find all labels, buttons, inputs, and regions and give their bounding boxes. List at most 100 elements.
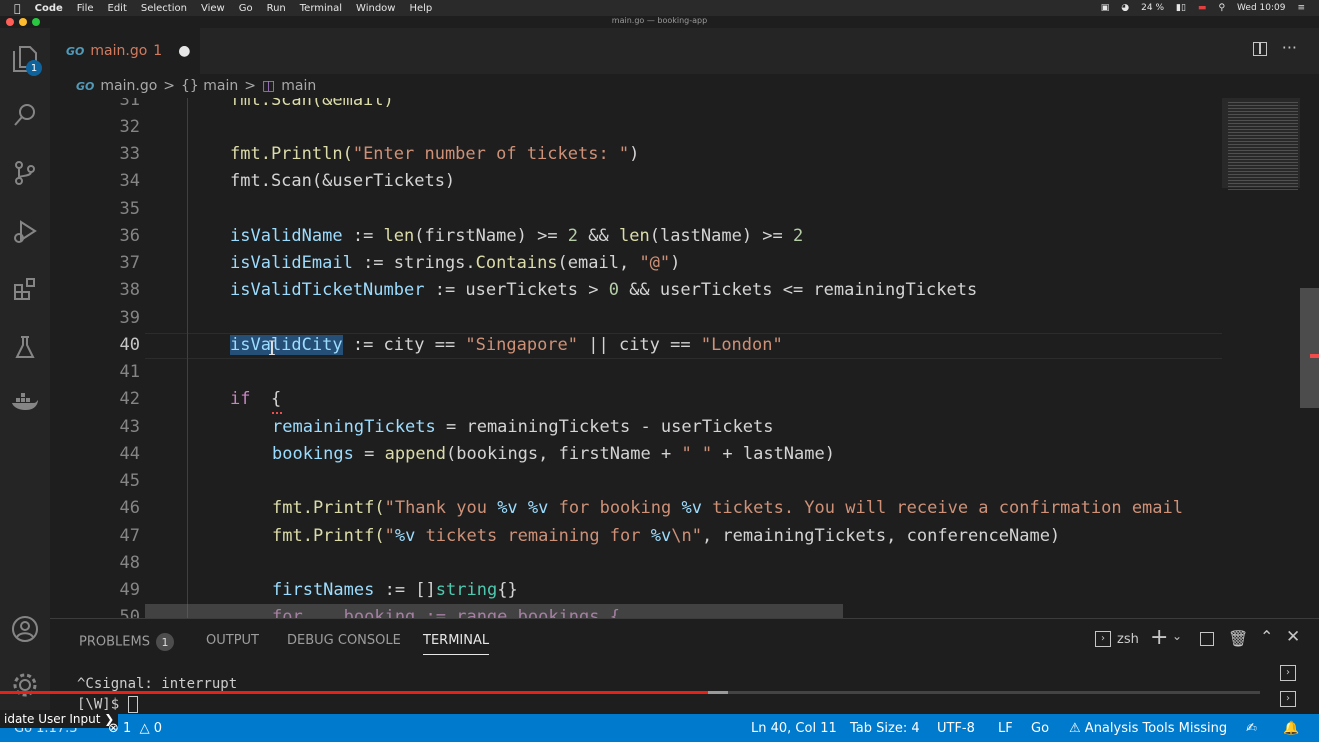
spotlight-icon[interactable]: ⚲ (1218, 3, 1225, 13)
tab-problems[interactable]: PROBLEMS 1 (79, 633, 174, 651)
token: \n" (671, 526, 702, 546)
token: 2 (793, 226, 804, 246)
code-line-37: isValidEmail := strings.Contains(email, … (230, 253, 680, 273)
menu-app[interactable]: Code (35, 3, 63, 14)
cube-icon: ◫ (262, 78, 276, 94)
vertical-scrollbar[interactable] (1300, 98, 1319, 618)
warning-icon: ⚠ (1069, 721, 1081, 736)
terminal-shell-icon[interactable]: › (1095, 631, 1111, 647)
token: tickets remaining for (415, 526, 651, 546)
menu-terminal[interactable]: Terminal (300, 3, 342, 14)
token: "London" (700, 335, 783, 355)
mac-menubar:  Code File Edit Selection View Go Run T… (0, 0, 1319, 16)
close-panel-icon[interactable]: ✕ (1286, 627, 1300, 647)
terminal-tab-icon[interactable]: › (1280, 691, 1296, 707)
more-actions-icon[interactable]: ··· (1282, 38, 1297, 57)
unsaved-dot-icon[interactable]: ● (178, 43, 190, 59)
breadcrumb-symbol[interactable]: main (281, 78, 316, 94)
cursor-position[interactable]: Ln 40, Col 11 (751, 721, 837, 736)
horizontal-scrollbar[interactable] (145, 604, 843, 618)
feedback-icon[interactable]: ✍ (1246, 721, 1257, 736)
notifications-icon[interactable]: 🔔 (1283, 721, 1299, 736)
token: || city == (578, 335, 701, 355)
go-file-icon: GO (76, 79, 95, 93)
token: firstNames (272, 580, 375, 600)
manage-gear-icon[interactable] (8, 668, 42, 702)
tab-problem-count: 1 (153, 43, 163, 59)
wifi-icon[interactable]: ◕ (1121, 3, 1129, 13)
tab-debug-console[interactable]: DEBUG CONSOLE (287, 633, 401, 648)
line-number: 45 (119, 471, 140, 491)
breadcrumb: GO main.go > {} main > ◫ main (50, 74, 1319, 98)
tab-label: PROBLEMS (79, 634, 150, 650)
control-center-icon[interactable]: ≡ (1297, 3, 1305, 13)
scrollbar-thumb[interactable] (1300, 288, 1319, 408)
split-editor-icon[interactable] (1253, 42, 1267, 56)
docker-icon[interactable] (8, 386, 42, 420)
flag-icon[interactable]: ▬ (1198, 3, 1207, 13)
indent-guide (187, 98, 188, 618)
token: %v (497, 498, 518, 518)
line-ending[interactable]: LF (998, 721, 1013, 736)
explorer-badge: 1 (26, 60, 42, 76)
explorer-icon[interactable]: 1 (8, 42, 42, 76)
problems-indicator[interactable]: ⊗ 1 △ 0 (108, 721, 162, 736)
menu-file[interactable]: File (77, 3, 94, 14)
progress-bar[interactable] (0, 691, 1260, 694)
search-icon[interactable] (8, 98, 42, 132)
source-control-icon[interactable] (8, 156, 42, 190)
chevron-right-icon: > (244, 78, 256, 94)
clock[interactable]: Wed 10:09 (1237, 3, 1285, 13)
chevron-up-icon[interactable]: ⌃ (1260, 627, 1273, 646)
line-number: 47 (119, 526, 140, 546)
token: ) (629, 144, 640, 164)
line-number: 49 (119, 580, 140, 600)
encoding[interactable]: UTF-8 (937, 721, 975, 736)
token: %v (681, 498, 702, 518)
analysis-tools[interactable]: ⚠ Analysis Tools Missing (1069, 721, 1227, 736)
extensions-icon[interactable] (8, 272, 42, 306)
tab-output[interactable]: OUTPUT (206, 633, 259, 648)
chevron-down-icon[interactable]: ⌄ (1172, 629, 1182, 643)
menu-selection[interactable]: Selection (141, 3, 187, 14)
line-number: 31 (119, 98, 140, 110)
menu-go[interactable]: Go (239, 3, 253, 14)
screen-record-icon[interactable]: ▣ (1101, 3, 1110, 13)
shell-name[interactable]: zsh (1117, 632, 1139, 647)
language-mode[interactable]: Go (1031, 721, 1049, 736)
window-title: main.go — booking-app (611, 16, 708, 25)
code-editor[interactable]: 31 32 33 34 35 36 37 38 39 40 41 42 43 4… (50, 98, 1300, 618)
accounts-icon[interactable] (8, 612, 42, 646)
code-line-36: isValidName := len(firstName) >= 2 && le… (230, 226, 803, 246)
trash-icon[interactable]: 🗑 (1228, 629, 1248, 648)
breadcrumb-file[interactable]: main.go (100, 78, 157, 94)
activity-bar: 1 (0, 28, 50, 714)
menu-view[interactable]: View (201, 3, 225, 14)
tab-main-go[interactable]: GO main.go 1 ● (50, 28, 200, 74)
testing-icon[interactable] (8, 330, 42, 364)
tab-terminal[interactable]: TERMINAL (423, 633, 490, 655)
code-line-44: bookings = append(bookings, firstName + … (272, 444, 835, 464)
minimap[interactable] (1222, 98, 1300, 618)
overlay-label: idate User Input ❯ (0, 710, 119, 728)
breadcrumb-namespace[interactable]: {} main (181, 78, 238, 94)
token: { (250, 389, 282, 409)
battery-icon[interactable]: ▮▯ (1176, 3, 1186, 13)
menu-edit[interactable]: Edit (108, 3, 127, 14)
menu-run[interactable]: Run (267, 3, 286, 14)
new-terminal-icon[interactable]: + (1150, 625, 1168, 650)
minimap-slider[interactable] (1222, 98, 1300, 188)
apple-icon[interactable]:  (14, 2, 21, 15)
tab-size[interactable]: Tab Size: 4 (850, 721, 920, 736)
menu-window[interactable]: Window (356, 3, 395, 14)
token: fmt.Printf( (272, 498, 385, 518)
line-number: 42 (119, 389, 140, 409)
menu-help[interactable]: Help (409, 3, 432, 14)
split-terminal-icon[interactable] (1200, 632, 1214, 646)
run-debug-icon[interactable] (8, 214, 42, 248)
token: "Thank you (384, 498, 498, 518)
line-number: 43 (119, 417, 140, 437)
token: isValidEmail (230, 253, 353, 273)
terminal-tab-icon[interactable]: › (1280, 665, 1296, 681)
